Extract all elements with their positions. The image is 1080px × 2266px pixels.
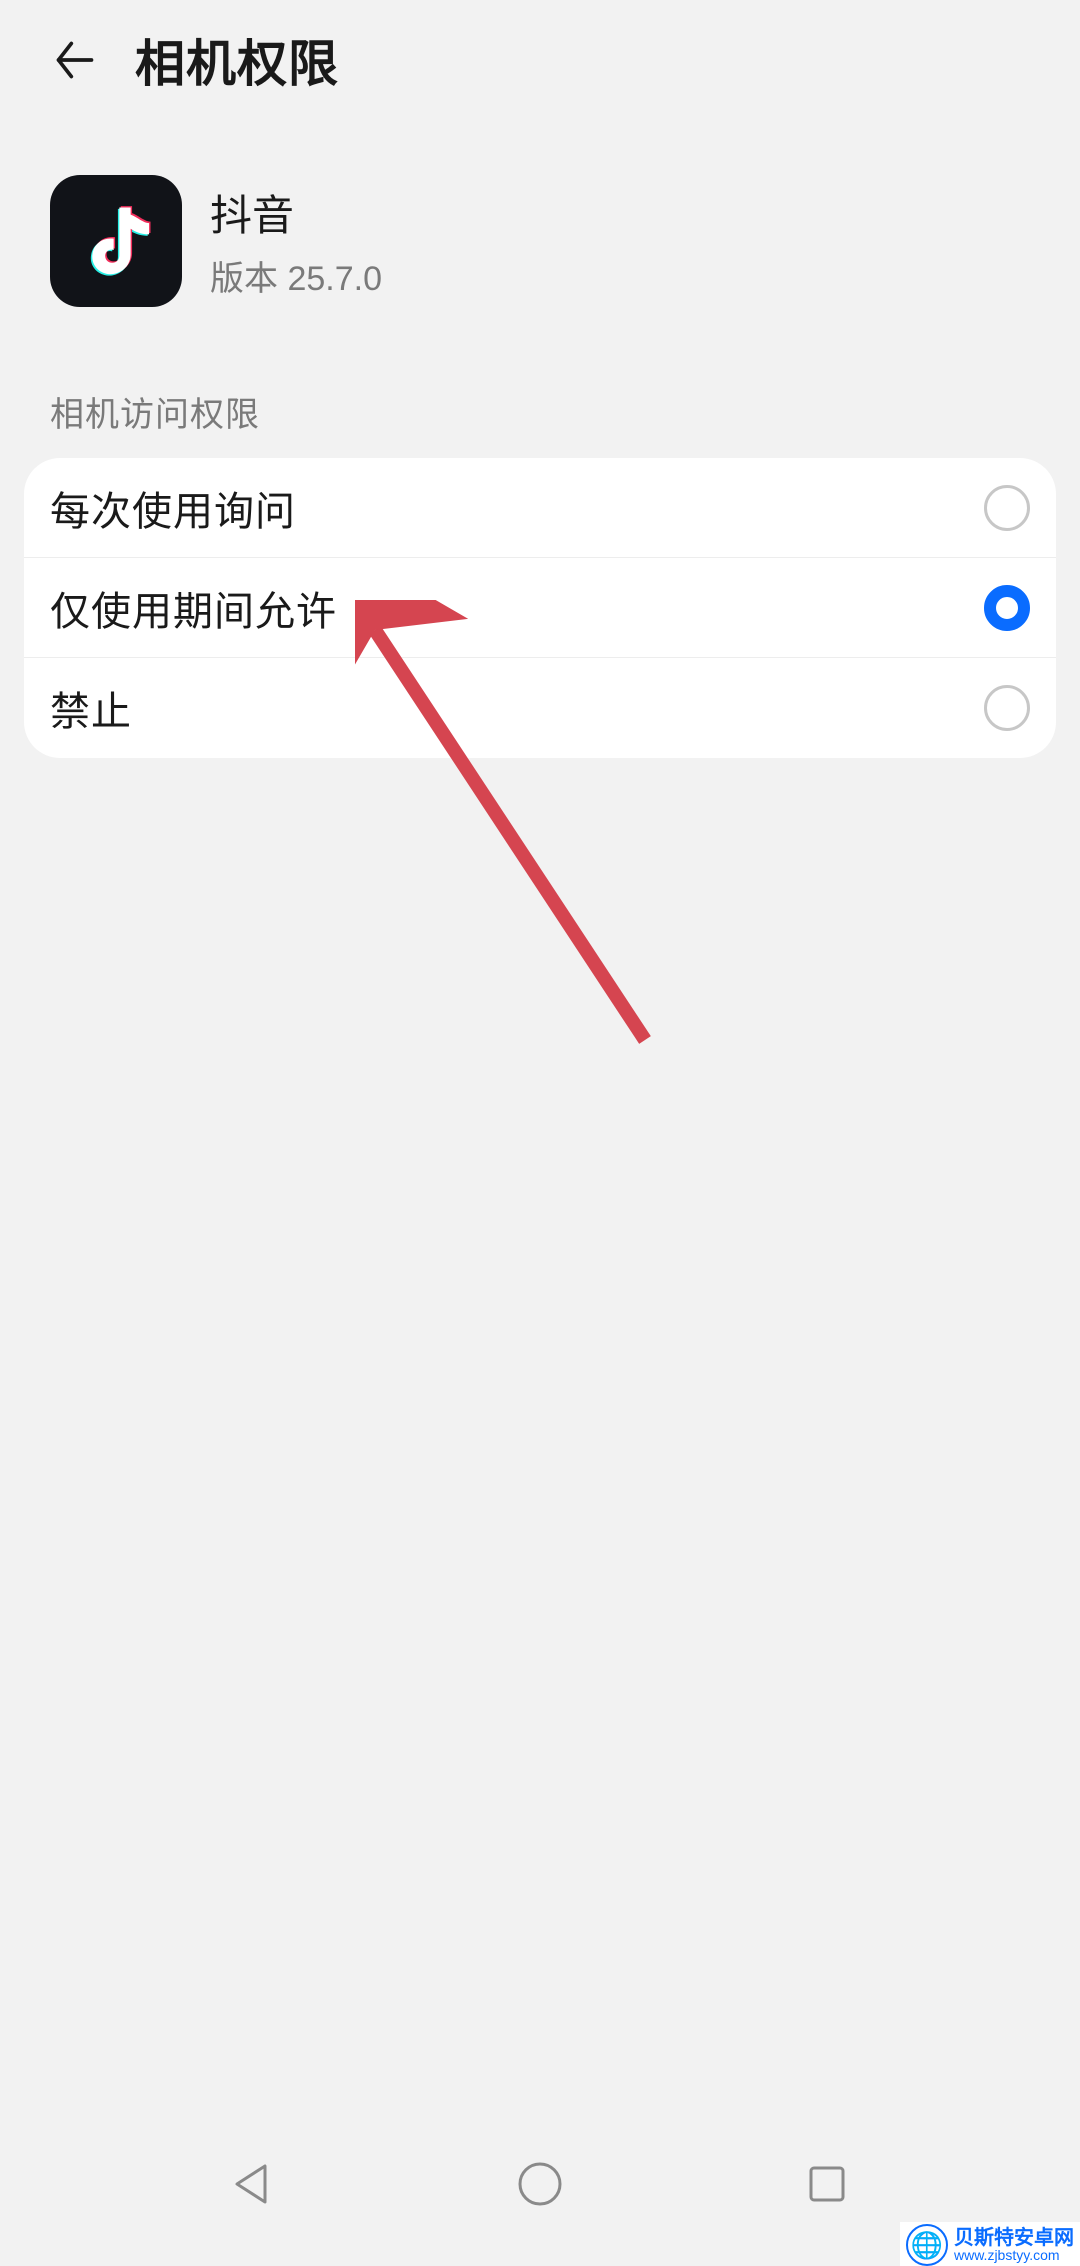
square-recent-icon [803, 2160, 851, 2208]
header: 相机权限 [0, 0, 1080, 130]
option-ask-each-time[interactable]: 每次使用询问 [24, 458, 1056, 558]
watermark-subtitle: www.zjbstyy.com [954, 2248, 1074, 2262]
option-label: 每次使用询问 [50, 479, 296, 537]
nav-recent-button[interactable] [792, 2149, 862, 2219]
nav-home-button[interactable] [505, 2149, 575, 2219]
radio-checked-icon [984, 585, 1030, 631]
arrow-left-icon [53, 38, 97, 82]
circle-home-icon [516, 2160, 564, 2208]
watermark-text: 贝斯特安卓网 www.zjbstyy.com [954, 2228, 1074, 2262]
app-name: 抖音 [210, 182, 382, 243]
globe-icon: 🌐 [906, 2224, 948, 2266]
option-allow-while-using[interactable]: 仅使用期间允许 [24, 558, 1056, 658]
watermark: 🌐 贝斯特安卓网 www.zjbstyy.com [900, 2222, 1080, 2266]
option-label: 仅使用期间允许 [50, 579, 337, 637]
triangle-back-icon [229, 2160, 277, 2208]
app-version: 版本 25.7.0 [210, 251, 382, 300]
page-title: 相机权限 [135, 24, 339, 96]
watermark-title: 贝斯特安卓网 [954, 2228, 1074, 2248]
app-info: 抖音 版本 25.7.0 [0, 130, 1080, 357]
app-text: 抖音 版本 25.7.0 [210, 182, 382, 300]
option-deny[interactable]: 禁止 [24, 658, 1056, 758]
option-label: 禁止 [50, 679, 132, 737]
options-card: 每次使用询问 仅使用期间允许 禁止 [24, 458, 1056, 758]
radio-unchecked-icon [984, 485, 1030, 531]
back-button[interactable] [50, 35, 100, 85]
douyin-icon [50, 175, 182, 307]
section-label: 相机访问权限 [0, 357, 1080, 458]
nav-back-button[interactable] [218, 2149, 288, 2219]
radio-unchecked-icon [984, 685, 1030, 731]
